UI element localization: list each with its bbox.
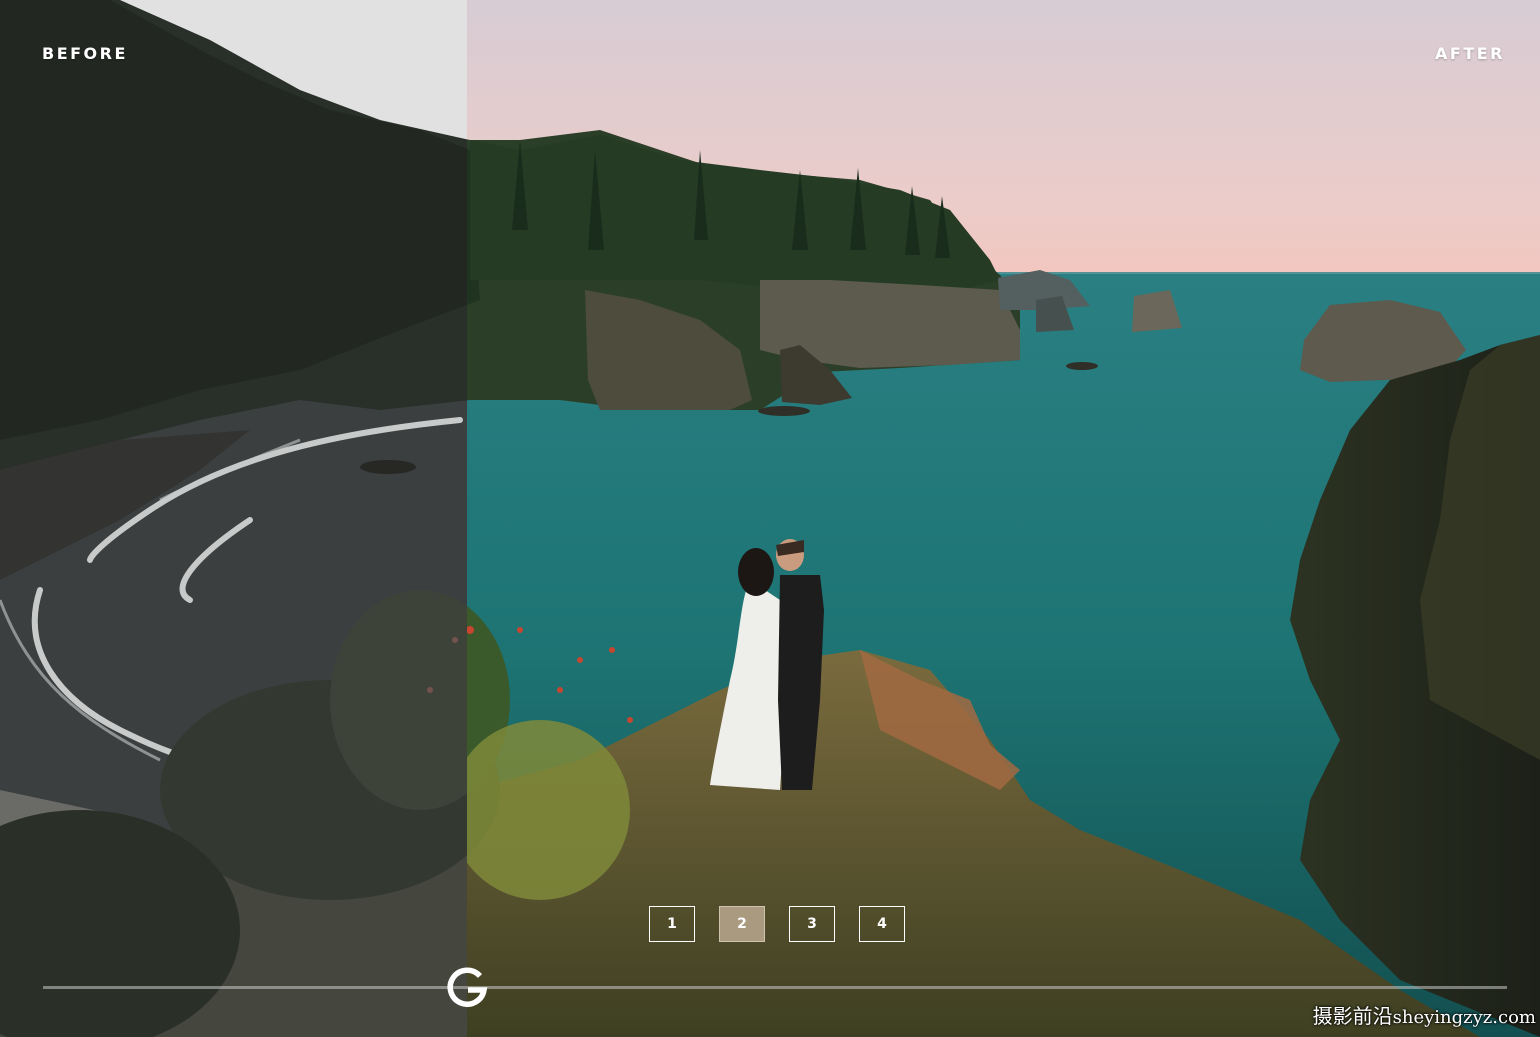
comparison-slider-handle[interactable] — [443, 963, 491, 1011]
g-logo-icon — [447, 967, 488, 1007]
comparison-slider-track[interactable] — [43, 986, 1507, 989]
before-after-viewer: BEFORE AFTER 1 2 3 4 摄影前沿sheyingzyz.com — [0, 0, 1540, 1037]
page-button-3[interactable]: 3 — [789, 906, 835, 942]
page-button-2[interactable]: 2 — [719, 906, 765, 942]
watermark-url: sheyingzyz.com — [1392, 1007, 1536, 1028]
before-image — [0, 0, 467, 1037]
before-image-pane — [0, 0, 467, 1037]
page-button-4[interactable]: 4 — [859, 906, 905, 942]
image-pagination: 1 2 3 4 — [649, 906, 905, 942]
after-label: AFTER — [1435, 44, 1505, 63]
watermark: 摄影前沿sheyingzyz.com — [1313, 1000, 1536, 1029]
watermark-cjk: 摄影前沿 — [1312, 1004, 1393, 1028]
before-label: BEFORE — [42, 44, 128, 63]
page-button-1[interactable]: 1 — [649, 906, 695, 942]
